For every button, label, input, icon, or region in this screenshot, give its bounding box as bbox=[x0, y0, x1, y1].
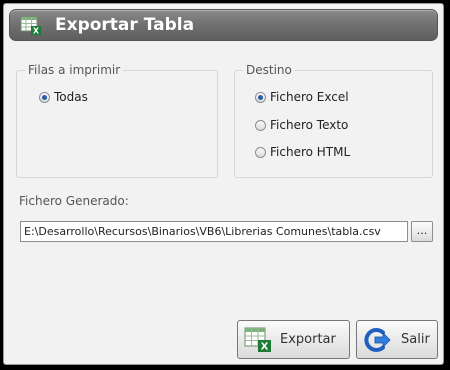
browse-button[interactable]: ... bbox=[411, 221, 433, 242]
radio-todas[interactable]: Todas bbox=[39, 90, 88, 104]
title-bar: X Exportar Tabla bbox=[9, 9, 438, 41]
radio-fichero-html-label: Fichero HTML bbox=[270, 145, 351, 159]
excel-table-icon: X bbox=[244, 327, 271, 352]
filas-legend: Filas a imprimir bbox=[28, 63, 121, 77]
svg-text:X: X bbox=[261, 341, 269, 352]
export-button-label: Exportar bbox=[280, 332, 336, 347]
filas-group: Filas a imprimir bbox=[16, 63, 218, 178]
export-dialog: X Exportar Tabla Filas a imprimir Todas … bbox=[3, 3, 444, 365]
window-title: Exportar Tabla bbox=[55, 15, 195, 35]
destino-legend: Destino bbox=[246, 63, 292, 77]
svg-text:X: X bbox=[33, 27, 40, 36]
exit-button-label: Salir bbox=[401, 332, 430, 347]
radio-fichero-texto-label: Fichero Texto bbox=[270, 118, 349, 132]
export-button[interactable]: X Exportar bbox=[237, 320, 350, 359]
radio-fichero-excel[interactable]: Fichero Excel bbox=[255, 90, 349, 104]
radio-fichero-excel-label: Fichero Excel bbox=[270, 90, 349, 104]
radio-todas-indicator[interactable] bbox=[39, 91, 50, 103]
radio-fichero-html-indicator[interactable] bbox=[255, 146, 266, 158]
radio-fichero-html[interactable]: Fichero HTML bbox=[255, 145, 350, 159]
radio-fichero-texto[interactable]: Fichero Texto bbox=[255, 118, 348, 132]
fichero-generado-label: Fichero Generado: bbox=[19, 194, 129, 208]
radio-todas-label: Todas bbox=[54, 90, 88, 104]
excel-table-icon: X bbox=[20, 16, 41, 36]
output-path-input[interactable] bbox=[20, 221, 408, 242]
exit-button[interactable]: Salir bbox=[356, 320, 438, 359]
exit-arrow-icon bbox=[364, 327, 391, 352]
radio-fichero-excel-indicator[interactable] bbox=[255, 91, 266, 103]
radio-fichero-texto-indicator[interactable] bbox=[255, 119, 266, 131]
